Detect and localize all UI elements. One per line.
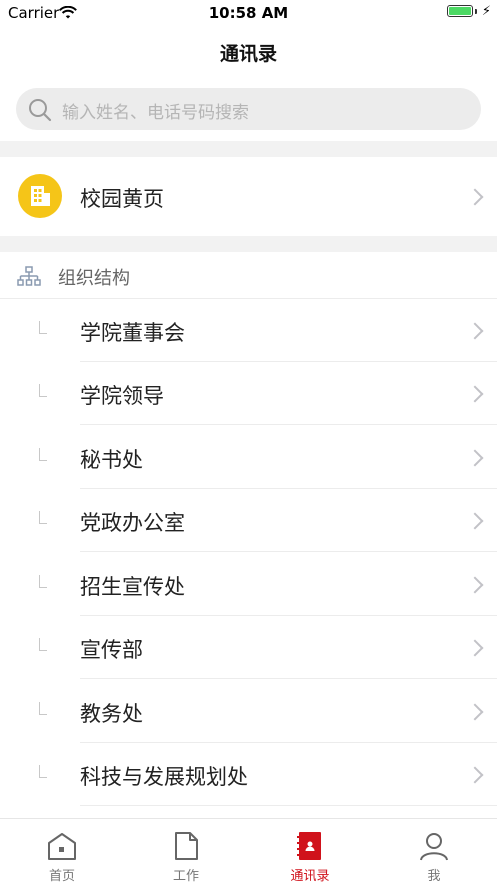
status-bar: Carrier 10:58 AM ⚡: [0, 0, 497, 26]
chevron-right-icon: [466, 385, 484, 403]
divider: [80, 551, 497, 552]
tab-label: 工作: [172, 869, 199, 884]
tab-bar: 首页 工作 通讯录 我: [0, 818, 497, 884]
document-icon: [171, 831, 201, 861]
org-item-label: 宣传部: [80, 638, 143, 662]
org-list-item[interactable]: 教务处: [0, 680, 497, 743]
search-icon: [28, 98, 52, 126]
org-list-item[interactable]: 秘书处: [0, 426, 497, 489]
org-list-item[interactable]: 学院领导: [0, 362, 497, 425]
battery-tip: [475, 9, 477, 14]
chevron-right-icon: [466, 188, 484, 206]
tree-branch-icon: [39, 575, 47, 588]
chevron-right-icon: [466, 766, 484, 784]
tree-branch-icon: [39, 384, 47, 397]
tree-branch-icon: [39, 638, 47, 651]
contacts-book-icon: [295, 831, 325, 861]
tab-label: 我: [427, 869, 441, 884]
chevron-right-icon: [466, 322, 484, 340]
divider: [80, 805, 497, 806]
org-list-item[interactable]: 宣传部: [0, 616, 497, 679]
chevron-right-icon: [466, 576, 484, 594]
page-title: 通讯录: [219, 43, 277, 65]
org-list-item[interactable]: 招生宣传处: [0, 553, 497, 616]
home-icon: [47, 831, 77, 861]
chevron-right-icon: [466, 449, 484, 467]
org-item-label: 科技与发展规划处: [80, 765, 248, 789]
yellow-pages-row[interactable]: 校园黄页: [0, 157, 497, 236]
search-placeholder: 输入姓名、电话号码搜索: [62, 103, 249, 123]
navigation-bar: 通讯录: [0, 26, 497, 76]
divider: [80, 424, 497, 425]
org-structure-header: 组织结构: [0, 252, 497, 298]
tree-branch-icon: [39, 448, 47, 461]
divider: [80, 678, 497, 679]
chevron-right-icon: [466, 512, 484, 530]
charging-icon: ⚡: [481, 4, 491, 19]
clock: 10:58 AM: [208, 4, 289, 22]
org-item-label: 学院领导: [80, 384, 164, 408]
org-item-label: 教务处: [80, 702, 143, 726]
chevron-right-icon: [466, 703, 484, 721]
yellow-pages-label: 校园黄页: [80, 187, 164, 211]
tab-label: 首页: [48, 869, 75, 884]
org-list-item[interactable]: 学院董事会: [0, 299, 497, 362]
person-icon: [419, 831, 449, 861]
section-separator: [0, 236, 497, 252]
tab-home[interactable]: 首页: [0, 819, 124, 884]
tree-branch-icon: [39, 511, 47, 524]
battery-icon: [447, 5, 473, 17]
org-item-label: 党政办公室: [80, 511, 185, 535]
tree-branch-icon: [39, 702, 47, 715]
org-list-item[interactable]: 科技与发展规划处: [0, 743, 497, 806]
org-item-label: 秘书处: [80, 448, 143, 472]
tab-work[interactable]: 工作: [124, 819, 248, 884]
building-icon: [18, 174, 62, 218]
tab-contacts[interactable]: 通讯录: [248, 819, 372, 884]
chevron-right-icon: [466, 639, 484, 657]
org-tree-icon: [17, 266, 41, 292]
org-list-item[interactable]: 党政办公室: [0, 489, 497, 552]
org-item-label: 招生宣传处: [80, 575, 185, 599]
tab-label: 通讯录: [290, 869, 330, 884]
org-structure-label: 组织结构: [58, 268, 130, 289]
tab-me[interactable]: 我: [372, 819, 496, 884]
org-item-label: 学院董事会: [80, 321, 185, 345]
tree-branch-icon: [39, 321, 47, 334]
section-separator: [0, 141, 497, 157]
search-bar[interactable]: 输入姓名、电话号码搜索: [16, 88, 481, 130]
tree-branch-icon: [39, 765, 47, 778]
